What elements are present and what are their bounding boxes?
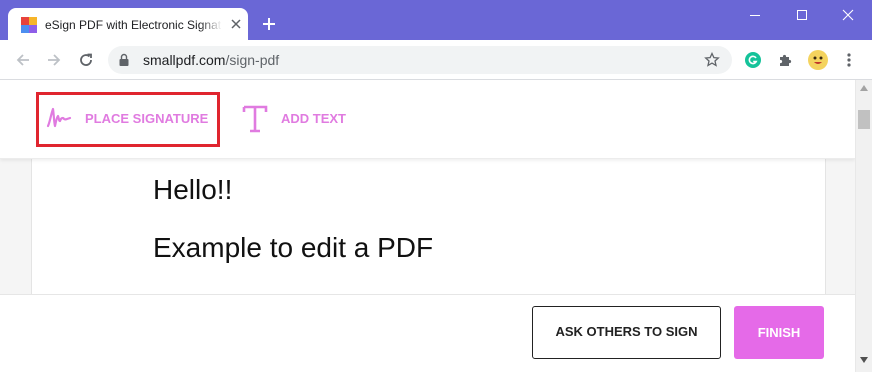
document-canvas: Hello!! Example to edit a PDF xyxy=(0,158,855,294)
back-arrow-icon[interactable] xyxy=(15,52,31,68)
kebab-menu-icon[interactable] xyxy=(844,52,854,68)
action-footer: ASK OTHERS TO SIGN FINISH xyxy=(0,294,855,372)
editor-toolbar: PLACE SIGNATURE ADD TEXT xyxy=(0,80,855,159)
pdf-page[interactable]: Hello!! Example to edit a PDF xyxy=(31,158,826,294)
tab-title: eSign PDF with Electronic Signature xyxy=(45,17,222,33)
scroll-up-arrow-icon[interactable] xyxy=(860,85,868,91)
url-path: /sign-pdf xyxy=(225,52,280,68)
forward-arrow-icon[interactable] xyxy=(46,52,62,68)
scroll-down-arrow-icon[interactable] xyxy=(860,357,868,363)
finish-button[interactable]: FINISH xyxy=(734,306,824,359)
url-host: smallpdf.com xyxy=(143,52,226,68)
plus-icon[interactable] xyxy=(262,17,276,31)
lock-icon xyxy=(119,53,129,66)
add-text-label: ADD TEXT xyxy=(281,111,346,126)
place-signature-button[interactable]: PLACE SIGNATURE xyxy=(36,80,220,158)
address-bar[interactable]: smallpdf.com/sign-pdf xyxy=(108,46,732,74)
browser-titlebar: eSign PDF with Electronic Signature xyxy=(0,0,872,40)
add-text-button[interactable]: ADD TEXT xyxy=(240,80,360,158)
maximize-icon[interactable] xyxy=(795,8,809,22)
close-icon[interactable] xyxy=(230,18,242,30)
avatar[interactable] xyxy=(808,50,828,70)
window-close-icon[interactable] xyxy=(841,8,855,22)
page-viewport: PLACE SIGNATURE ADD TEXT Hello!! Example… xyxy=(0,80,855,372)
place-signature-label: PLACE SIGNATURE xyxy=(85,111,209,126)
ask-others-to-sign-button[interactable]: ASK OTHERS TO SIGN xyxy=(532,306,721,359)
grammarly-icon[interactable] xyxy=(745,52,761,68)
document-text-line: Hello!! xyxy=(153,174,233,205)
vertical-scrollbar[interactable] xyxy=(855,80,872,372)
url-text: smallpdf.com/sign-pdf xyxy=(143,52,279,68)
grammarly-g-icon xyxy=(748,55,758,65)
puzzle-icon[interactable] xyxy=(777,52,793,68)
minimize-icon[interactable] xyxy=(748,8,762,22)
document-text-line: Example to edit a PDF xyxy=(153,232,434,263)
smallpdf-favicon xyxy=(21,17,37,33)
browser-tab[interactable]: eSign PDF with Electronic Signature xyxy=(8,8,248,40)
reload-icon[interactable] xyxy=(78,52,94,68)
signature-icon xyxy=(46,107,72,128)
star-icon[interactable] xyxy=(704,52,720,68)
text-icon xyxy=(242,105,268,133)
emoji-face-icon xyxy=(813,56,823,64)
browser-toolbar: smallpdf.com/sign-pdf xyxy=(0,40,872,80)
scroll-thumb[interactable] xyxy=(858,110,870,129)
